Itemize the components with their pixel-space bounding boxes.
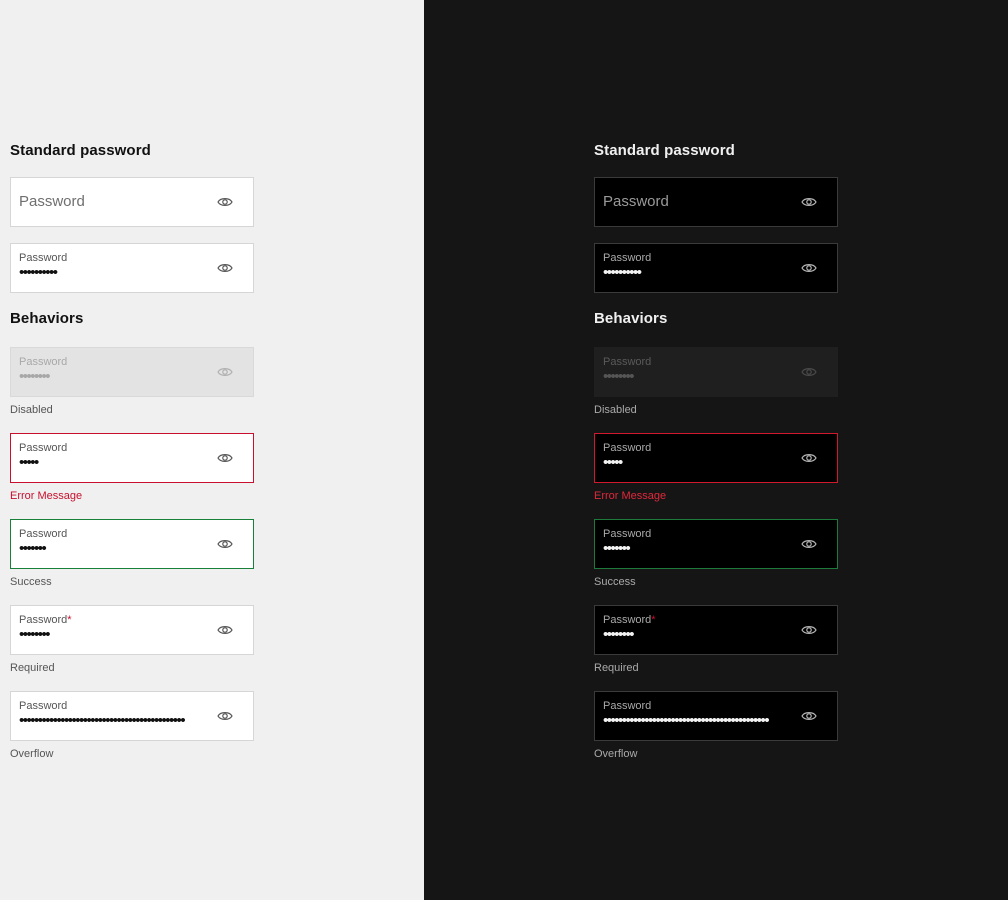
- password-value: •••••••: [19, 540, 47, 557]
- password-input-required[interactable]: Password* ••••••••: [594, 605, 838, 655]
- password-input-placeholder[interactable]: Password: [594, 177, 838, 227]
- password-value: ••••••••••••••••••••••••••••••••••••••••…: [603, 712, 769, 729]
- password-placeholder: Password: [603, 193, 669, 210]
- password-input-error[interactable]: Password •••••: [594, 433, 838, 483]
- required-asterisk: *: [651, 614, 656, 626]
- behaviors-title: Behaviors: [10, 310, 84, 327]
- dark-theme-panel: Standard password Password Password ••••…: [424, 0, 1008, 900]
- eye-icon[interactable]: [801, 624, 817, 636]
- password-input-disabled: Password ••••••••: [594, 347, 838, 397]
- password-label-text: Password: [19, 614, 68, 626]
- password-value: ••••••••••: [19, 264, 58, 281]
- eye-icon[interactable]: [801, 452, 817, 464]
- password-label: Password*: [19, 614, 72, 626]
- overflow-helper: Overflow: [594, 748, 638, 760]
- password-label: Password: [19, 528, 68, 540]
- password-label: Password: [603, 528, 652, 540]
- eye-icon[interactable]: [801, 196, 817, 208]
- success-helper: Success: [10, 576, 52, 588]
- password-input-overflow[interactable]: Password •••••••••••••••••••••••••••••••…: [10, 691, 254, 741]
- eye-icon[interactable]: [217, 710, 233, 722]
- error-message: Error Message: [594, 490, 667, 502]
- behaviors-title: Behaviors: [594, 310, 668, 327]
- eye-icon[interactable]: [217, 196, 233, 208]
- standard-password-title: Standard password: [594, 142, 735, 159]
- required-helper: Required: [594, 662, 639, 674]
- eye-icon: [217, 366, 233, 378]
- password-label: Password: [603, 356, 652, 368]
- password-value: •••••: [603, 454, 623, 471]
- password-label: Password: [19, 442, 68, 454]
- eye-icon[interactable]: [217, 262, 233, 274]
- required-asterisk: *: [67, 614, 72, 626]
- password-value: ••••••••: [19, 368, 51, 385]
- password-label: Password: [19, 252, 68, 264]
- password-placeholder: Password: [19, 193, 85, 210]
- eye-icon[interactable]: [217, 624, 233, 636]
- password-label-text: Password: [603, 614, 652, 626]
- password-label: Password: [19, 356, 68, 368]
- password-value: ••••••••••: [603, 264, 642, 281]
- error-message: Error Message: [10, 490, 83, 502]
- standard-password-title: Standard password: [10, 142, 151, 159]
- password-label: Password: [19, 700, 68, 712]
- disabled-helper: Disabled: [594, 404, 637, 416]
- password-input-required[interactable]: Password* ••••••••: [10, 605, 254, 655]
- password-label: Password: [603, 442, 652, 454]
- eye-icon[interactable]: [801, 538, 817, 550]
- password-value: ••••••••: [603, 368, 635, 385]
- eye-icon[interactable]: [217, 538, 233, 550]
- password-value: ••••••••: [603, 626, 635, 643]
- eye-icon[interactable]: [801, 710, 817, 722]
- password-label: Password: [603, 252, 652, 264]
- password-value: •••••: [19, 454, 39, 471]
- password-input-disabled: Password ••••••••: [10, 347, 254, 397]
- password-value: ••••••••••••••••••••••••••••••••••••••••…: [19, 712, 185, 729]
- password-input-overflow[interactable]: Password •••••••••••••••••••••••••••••••…: [594, 691, 838, 741]
- eye-icon[interactable]: [217, 452, 233, 464]
- password-input-success[interactable]: Password •••••••: [10, 519, 254, 569]
- success-helper: Success: [594, 576, 636, 588]
- required-helper: Required: [10, 662, 55, 674]
- password-label: Password*: [603, 614, 656, 626]
- light-content: Standard password Password Password ••••…: [10, 0, 254, 761]
- password-input-filled[interactable]: Password ••••••••••: [594, 243, 838, 293]
- password-input-error[interactable]: Password •••••: [10, 433, 254, 483]
- password-label: Password: [603, 700, 652, 712]
- eye-icon[interactable]: [801, 262, 817, 274]
- password-input-placeholder[interactable]: Password: [10, 177, 254, 227]
- eye-icon: [801, 366, 817, 378]
- password-input-filled[interactable]: Password ••••••••••: [10, 243, 254, 293]
- password-value: •••••••: [603, 540, 631, 557]
- dark-content: Standard password Password Password ••••…: [594, 0, 838, 761]
- disabled-helper: Disabled: [10, 404, 53, 416]
- password-input-success[interactable]: Password •••••••: [594, 519, 838, 569]
- overflow-helper: Overflow: [10, 748, 54, 760]
- light-theme-panel: Standard password Password Password ••••…: [0, 0, 424, 900]
- password-value: ••••••••: [19, 626, 51, 643]
